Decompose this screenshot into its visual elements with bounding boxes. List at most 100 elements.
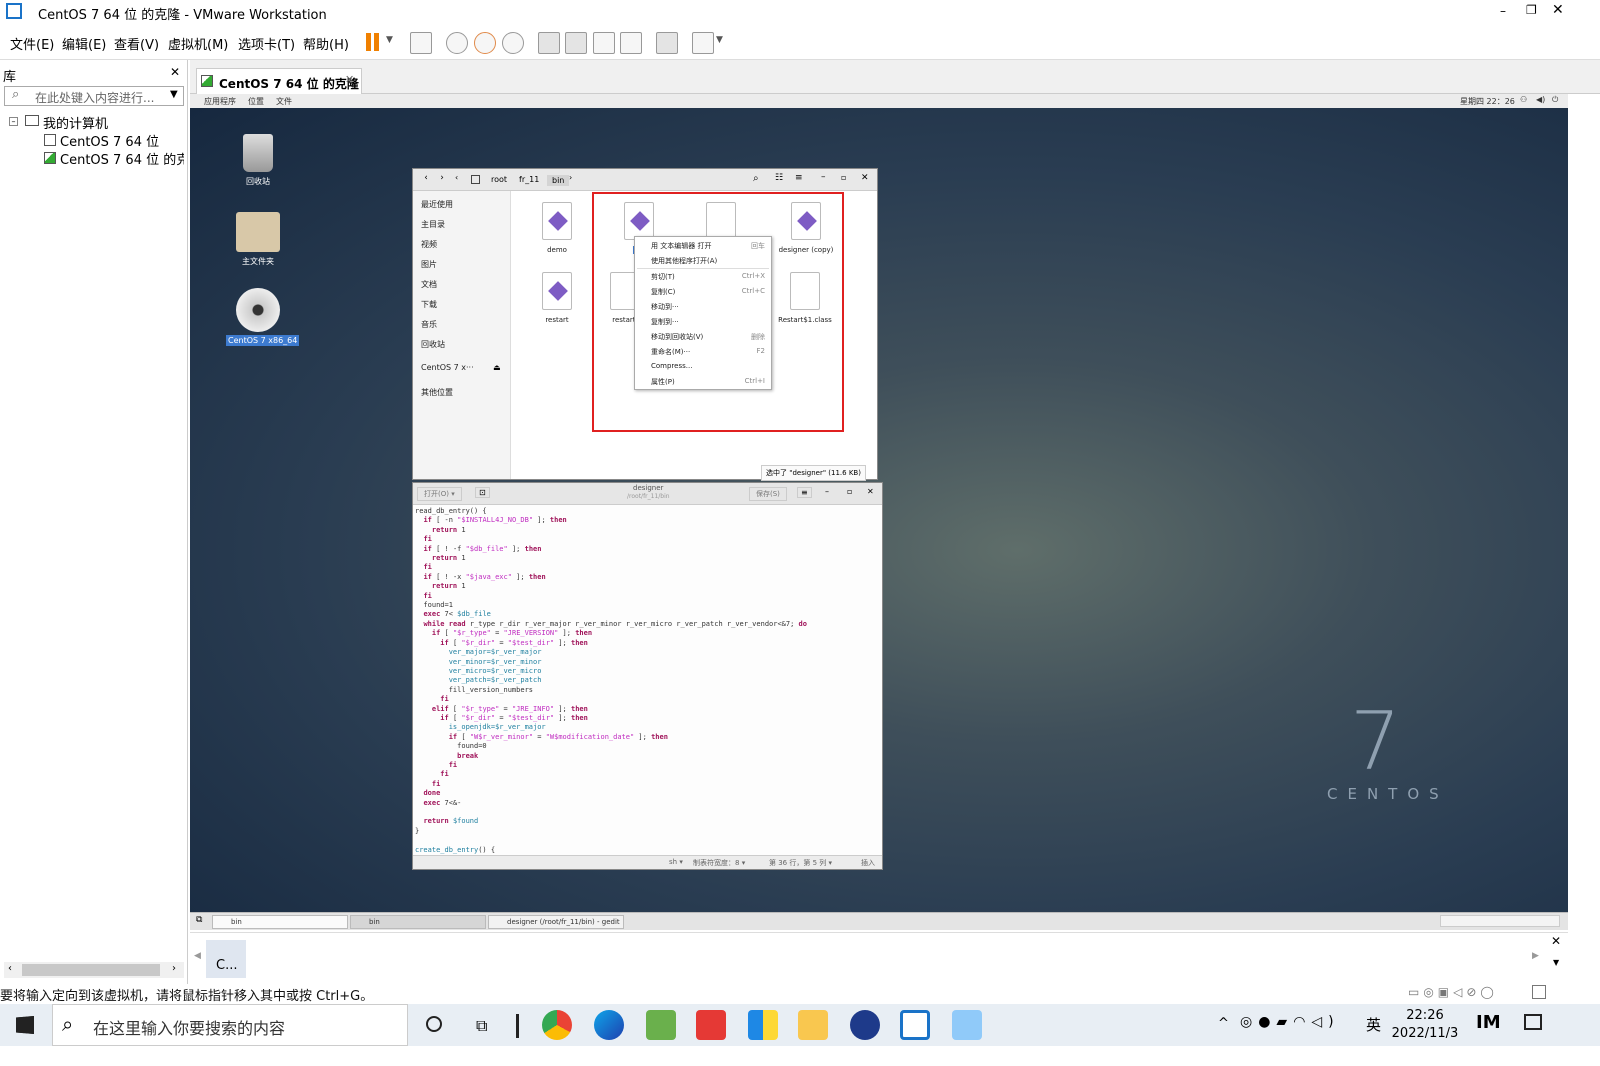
close-icon[interactable]: ✕: [861, 173, 869, 183]
new-tab-icon[interactable]: ⊡: [475, 487, 490, 498]
menu-icon[interactable]: ≡: [797, 487, 812, 498]
guest-menu-places[interactable]: 位置: [248, 96, 264, 107]
message-icon[interactable]: [1532, 985, 1546, 999]
tree-vm-clone[interactable]: CentOS 7 64 位 的克: [60, 149, 184, 168]
taskbar-item-bin-2[interactable]: bin: [350, 915, 486, 929]
sidebar-item-downloads[interactable]: 下载: [421, 299, 437, 310]
windows-search-input[interactable]: 在这里输入你要搜索的内容: [52, 1004, 408, 1046]
taskbar-item-gedit[interactable]: designer (/root/fr_11/bin) - gedit: [488, 915, 624, 929]
sidebar-item-other-locations[interactable]: 其他位置: [421, 387, 453, 398]
fullscreen-button[interactable]: [593, 32, 615, 54]
menu-item-cut[interactable]: 剪切(T) Ctrl+X: [651, 272, 769, 282]
sidebar-item-centos-disc[interactable]: CentOS 7 x···: [421, 363, 474, 372]
app-icon-chart[interactable]: [646, 1010, 676, 1040]
scroll-left-icon[interactable]: ‹: [8, 963, 12, 974]
menu-item-properties[interactable]: 属性(P) Ctrl+I: [651, 377, 769, 387]
volume-icon[interactable]: ◀): [1536, 95, 1545, 104]
revert-snapshot-button[interactable]: [474, 32, 496, 54]
minimize-icon[interactable]: –: [821, 172, 826, 182]
chevron-down-icon[interactable]: ▼: [1553, 958, 1559, 967]
power-icon[interactable]: ⏻: [1552, 95, 1558, 105]
chrome-icon[interactable]: [542, 1010, 572, 1040]
chevron-down-icon[interactable]: ▼: [170, 89, 178, 100]
menu-file[interactable]: 文件(E): [10, 34, 54, 53]
chevron-down-icon[interactable]: ▼: [386, 35, 393, 45]
menu-vm[interactable]: 虚拟机(M): [168, 34, 228, 53]
sidebar-item-recent[interactable]: 最近使用: [421, 199, 453, 210]
menu-item-copy[interactable]: 复制(C) Ctrl+C: [651, 287, 769, 297]
menu-icon[interactable]: ≡: [795, 173, 803, 183]
guest-clock[interactable]: 星期四 22：26: [1460, 96, 1515, 107]
tree-my-computer[interactable]: 我的计算机: [43, 113, 108, 132]
widgets-icon[interactable]: ⧉: [476, 1016, 487, 1036]
close-icon[interactable]: ✕: [170, 65, 180, 79]
close-icon[interactable]: ✕: [345, 73, 354, 86]
sidebar-item-trash[interactable]: 回收站: [421, 339, 445, 350]
desktop-icon-disc[interactable]: CentOS 7 x86_64: [226, 288, 300, 346]
path-left-icon[interactable]: ‹: [455, 173, 458, 182]
ime-indicator[interactable]: 英: [1366, 1014, 1381, 1035]
app-icon-im[interactable]: IM: [1476, 1012, 1501, 1033]
chevron-down-icon[interactable]: ▼: [716, 35, 723, 45]
menu-item-move-to-trash[interactable]: 移动到回收站(V) 删除: [651, 332, 769, 342]
back-button[interactable]: ‹: [419, 173, 433, 187]
eject-icon[interactable]: ⏏: [493, 363, 501, 372]
file-item[interactable]: restart: [532, 272, 582, 324]
app-icon-notes[interactable]: [952, 1010, 982, 1040]
task-view-icon[interactable]: [426, 1016, 442, 1032]
minimize-icon[interactable]: –: [1500, 4, 1506, 18]
menu-item-move-to[interactable]: 移动到···: [651, 302, 769, 312]
maximize-icon[interactable]: ▫: [847, 487, 852, 496]
open-button[interactable]: 打开(O) ▾: [417, 487, 462, 501]
scroll-right-icon[interactable]: ▶: [1532, 951, 1539, 961]
breadcrumb-fr11[interactable]: fr_11: [519, 175, 539, 184]
guest-menu-apps[interactable]: 应用程序: [204, 96, 236, 107]
path-right-icon[interactable]: ›: [569, 173, 572, 182]
library-search-input[interactable]: 在此处键入内容进行...: [4, 86, 184, 106]
menu-item-copy-to[interactable]: 复制到···: [651, 317, 769, 327]
tree-vm-original[interactable]: CentOS 7 64 位: [60, 131, 159, 150]
scroll-right-icon[interactable]: ›: [172, 963, 176, 974]
taskbar-item-bin-1[interactable]: bin: [212, 915, 348, 929]
show-library-button[interactable]: [538, 32, 560, 54]
pause-icon[interactable]: [366, 33, 371, 51]
close-icon[interactable]: ✕: [867, 487, 874, 496]
breadcrumb-root[interactable]: root: [491, 175, 507, 184]
notification-icon[interactable]: [1524, 1014, 1542, 1030]
sidebar-item-home[interactable]: 主目录: [421, 219, 445, 230]
desktop-icon-home[interactable]: 主文件夹: [228, 212, 288, 267]
collapse-icon[interactable]: –: [9, 117, 18, 126]
guest-menu-files[interactable]: 文件: [276, 96, 292, 107]
scroll-thumb[interactable]: [22, 964, 160, 976]
show-desktop-icon[interactable]: ⧉: [196, 915, 202, 925]
menu-tabs[interactable]: 选项卡(T): [238, 34, 295, 53]
minimize-icon[interactable]: –: [825, 487, 829, 496]
device-icons[interactable]: ▭◎▣◁⊘◯: [1408, 985, 1498, 999]
edge-icon[interactable]: [594, 1010, 624, 1040]
maximize-icon[interactable]: ▫: [841, 173, 846, 182]
menu-help[interactable]: 帮助(H): [303, 34, 349, 53]
workspace-switcher[interactable]: [1440, 915, 1560, 927]
language-selector[interactable]: sh ▾: [669, 858, 683, 866]
cursor-position[interactable]: 第 36 行，第 5 列 ▾: [769, 858, 832, 868]
menu-edit[interactable]: 编辑(E): [62, 34, 106, 53]
library-scrollbar[interactable]: ‹ ›: [4, 962, 184, 978]
tray-icons[interactable]: ◎●▰◠◁): [1240, 1014, 1340, 1030]
menu-item-open-with-other[interactable]: 使用其他程序打开(A): [651, 256, 769, 266]
system-clock[interactable]: 22:26 2022/11/3: [1390, 1007, 1460, 1043]
sidebar-item-documents[interactable]: 文档: [421, 279, 437, 290]
vmware-icon[interactable]: [900, 1010, 930, 1040]
windows-start-icon[interactable]: [16, 1016, 34, 1034]
forward-button[interactable]: ›: [435, 173, 449, 187]
unity-button[interactable]: [620, 32, 642, 54]
console-view-button[interactable]: [656, 32, 678, 54]
snapshot-manager-button[interactable]: [502, 32, 524, 54]
app-icon-fox[interactable]: [850, 1010, 880, 1040]
search-icon[interactable]: ⌕: [753, 173, 759, 184]
menu-view[interactable]: 查看(V): [114, 34, 159, 53]
code-editor[interactable]: read_db_entry() { if [ -n "$INSTALL4J_NO…: [415, 507, 807, 864]
file-item[interactable]: demo: [532, 202, 582, 254]
app-icon-tiles[interactable]: [748, 1010, 778, 1040]
tab-centos-clone[interactable]: CentOS 7 64 位 的克隆 ✕: [196, 68, 362, 94]
restore-icon[interactable]: ❐: [1526, 3, 1537, 17]
